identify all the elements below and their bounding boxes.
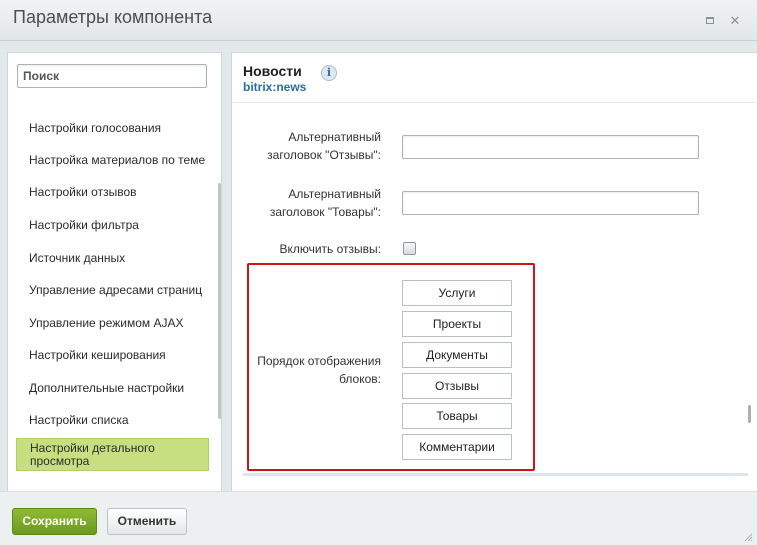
block-order-item[interactable]: Услуги — [402, 280, 512, 306]
close-button[interactable]: ✕ — [728, 13, 742, 27]
alt-products-title-input[interactable] — [402, 191, 699, 215]
enable-reviews-checkbox[interactable] — [403, 242, 416, 255]
main-scrollbar[interactable] — [748, 405, 751, 423]
sidebar-scrollbar[interactable] — [218, 183, 221, 419]
component-title: Новости — [243, 63, 302, 79]
block-order-label: Порядок отображения блоков: — [257, 354, 381, 386]
sidebar: Настройки голосования Настройка материал… — [7, 52, 222, 491]
dialog-footer: Сохранить Отменить — [0, 491, 757, 545]
sidebar-item-additional[interactable]: Дополнительные настройки — [29, 381, 184, 395]
save-button[interactable]: Сохранить — [12, 508, 97, 535]
window-title: Параметры компонента — [13, 7, 213, 27]
sidebar-item-data-source[interactable]: Источник данных — [29, 251, 125, 265]
search-input[interactable] — [17, 64, 207, 88]
component-code: bitrix:news — [243, 80, 307, 94]
sidebar-item-reviews[interactable]: Настройки отзывов — [29, 185, 137, 199]
maximize-icon — [706, 16, 714, 24]
block-order-item[interactable]: Отзывы — [402, 373, 512, 399]
settings-panel: Новости i bitrix:news Альтернативный заг… — [231, 52, 757, 491]
sidebar-item-related-materials[interactable]: Настройка материалов по теме — [29, 153, 205, 167]
sidebar-item-detail-view[interactable]: Настройки детального просмотра — [16, 438, 209, 471]
sidebar-item-caching[interactable]: Настройки кеширования — [29, 348, 166, 362]
info-icon[interactable]: i — [321, 65, 337, 81]
close-icon: ✕ — [729, 12, 741, 28]
block-order-item[interactable]: Комментарии — [402, 434, 512, 460]
sidebar-item-list[interactable]: Настройки списка — [29, 413, 129, 427]
enable-reviews-label: Включить отзывы: — [279, 242, 381, 256]
sidebar-item-page-addresses[interactable]: Управление адресами страниц — [29, 283, 202, 297]
sidebar-item-ajax-mode[interactable]: Управление режимом AJAX — [29, 316, 184, 330]
block-order-item[interactable]: Товары — [402, 403, 512, 429]
divider — [232, 102, 756, 103]
alt-reviews-title-input[interactable] — [402, 135, 699, 159]
sidebar-item-filter[interactable]: Настройки фильтра — [29, 218, 139, 232]
maximize-button[interactable] — [703, 13, 717, 27]
block-order-item[interactable]: Документы — [402, 342, 512, 368]
sidebar-item-voting[interactable]: Настройки голосования — [29, 121, 161, 135]
section-divider — [243, 473, 748, 476]
block-order-item[interactable]: Проекты — [402, 311, 512, 337]
alt-reviews-title-label: Альтернативный заголовок "Отзывы": — [267, 130, 381, 162]
alt-products-title-label: Альтернативный заголовок "Товары": — [269, 187, 381, 219]
dialog-body: Настройки голосования Настройка материал… — [0, 41, 757, 491]
resize-grip-icon[interactable] — [743, 532, 753, 542]
title-bar: Параметры компонента ✕ — [0, 0, 757, 41]
cancel-button[interactable]: Отменить — [107, 508, 187, 535]
